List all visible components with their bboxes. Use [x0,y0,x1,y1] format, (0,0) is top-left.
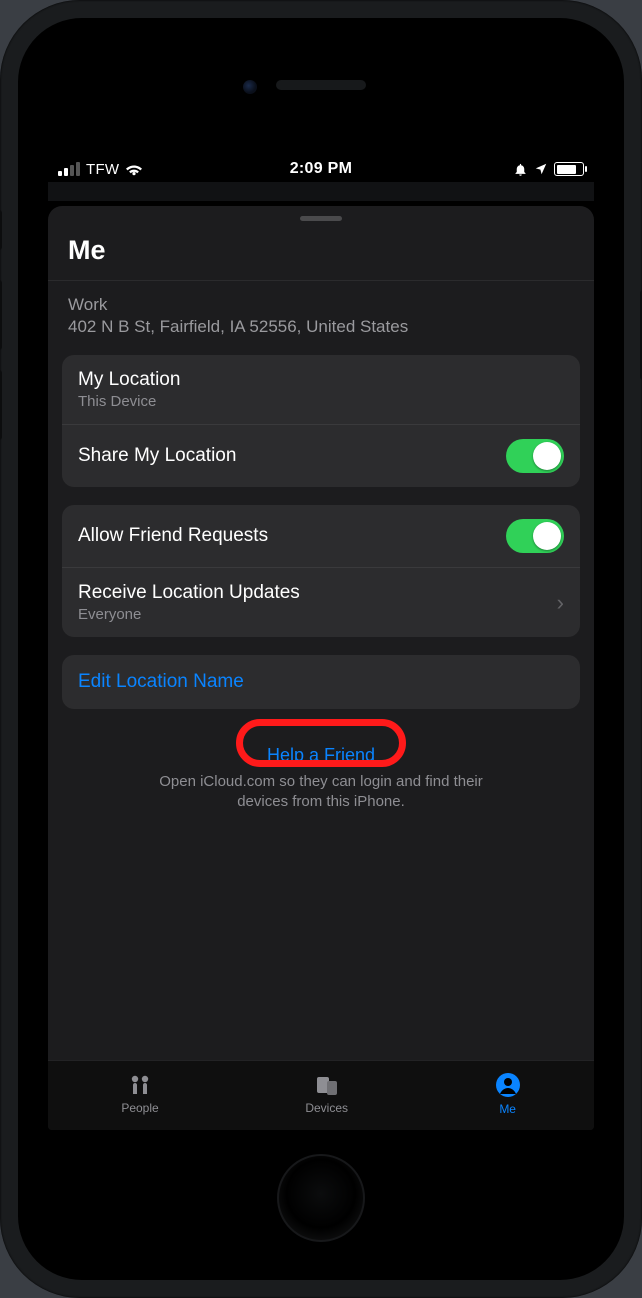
help-desc-line1: Open iCloud.com so they can login and fi… [159,773,483,790]
tab-devices[interactable]: Devices [305,1073,348,1115]
me-sheet: Me Work 402 N B St, Fairfield, IA 52556,… [48,206,594,1130]
map-background [48,182,594,202]
help-a-friend-desc: Open iCloud.com so they can login and fi… [78,772,564,813]
wifi-icon [125,162,143,176]
edit-location-card: Edit Location Name [62,655,580,709]
carrier-label: TFW [86,161,119,178]
location-arrow-icon [534,162,548,176]
screen: TFW 2:09 PM [48,148,594,1130]
volume-down-button[interactable] [0,370,2,440]
mute-switch[interactable] [0,210,2,250]
friend-settings-card: Allow Friend Requests Receive Location U… [62,505,580,637]
edit-location-name-row[interactable]: Edit Location Name [62,655,580,709]
my-location-title: My Location [78,369,180,391]
earpiece-speaker [276,80,366,90]
receive-location-updates-row[interactable]: Receive Location Updates Everyone › [62,567,580,637]
tab-me-label: Me [499,1102,516,1116]
tab-people-label: People [121,1101,158,1115]
help-a-friend-block: Help a Friend Open iCloud.com so they ca… [48,727,594,813]
device-bezel: TFW 2:09 PM [18,18,624,1280]
share-my-location-title: Share My Location [78,445,236,467]
receive-updates-title: Receive Location Updates [78,582,300,604]
my-location-sub: This Device [78,393,180,410]
tab-devices-label: Devices [305,1101,348,1115]
allow-friend-requests-toggle[interactable] [506,519,564,553]
front-camera [243,80,257,94]
share-my-location-toggle[interactable] [506,439,564,473]
chevron-right-icon: › [557,590,564,616]
person-circle-icon [495,1072,521,1098]
signal-bars-icon [58,162,80,176]
status-time: 2:09 PM [290,160,353,178]
device-frame: TFW 2:09 PM [0,0,642,1298]
tab-me[interactable]: Me [495,1072,521,1116]
allow-friend-requests-title: Allow Friend Requests [78,525,268,547]
allow-friend-requests-row[interactable]: Allow Friend Requests [62,505,580,567]
location-address: 402 N B St, Fairfield, IA 52556, United … [68,317,574,337]
battery-icon [554,162,584,176]
people-icon [125,1073,155,1097]
receive-updates-sub: Everyone [78,606,300,623]
location-name: Work [68,295,574,315]
help-desc-line2: devices from this iPhone. [237,793,405,810]
alarm-icon [513,162,528,177]
location-settings-card: My Location This Device Share My Locatio… [62,355,580,487]
annotation-highlight [236,719,406,767]
home-button[interactable] [277,1154,365,1242]
current-location-block: Work 402 N B St, Fairfield, IA 52556, Un… [48,281,594,355]
tab-people[interactable]: People [121,1073,158,1115]
page-title: Me [48,221,594,280]
my-location-row[interactable]: My Location This Device [62,355,580,424]
share-my-location-row[interactable]: Share My Location [62,424,580,487]
devices-icon [313,1073,341,1097]
status-bar: TFW 2:09 PM [48,148,594,182]
volume-up-button[interactable] [0,280,2,350]
edit-location-name-label: Edit Location Name [78,671,244,693]
spacer [48,813,594,1061]
tab-bar: People Devices Me [48,1060,594,1130]
